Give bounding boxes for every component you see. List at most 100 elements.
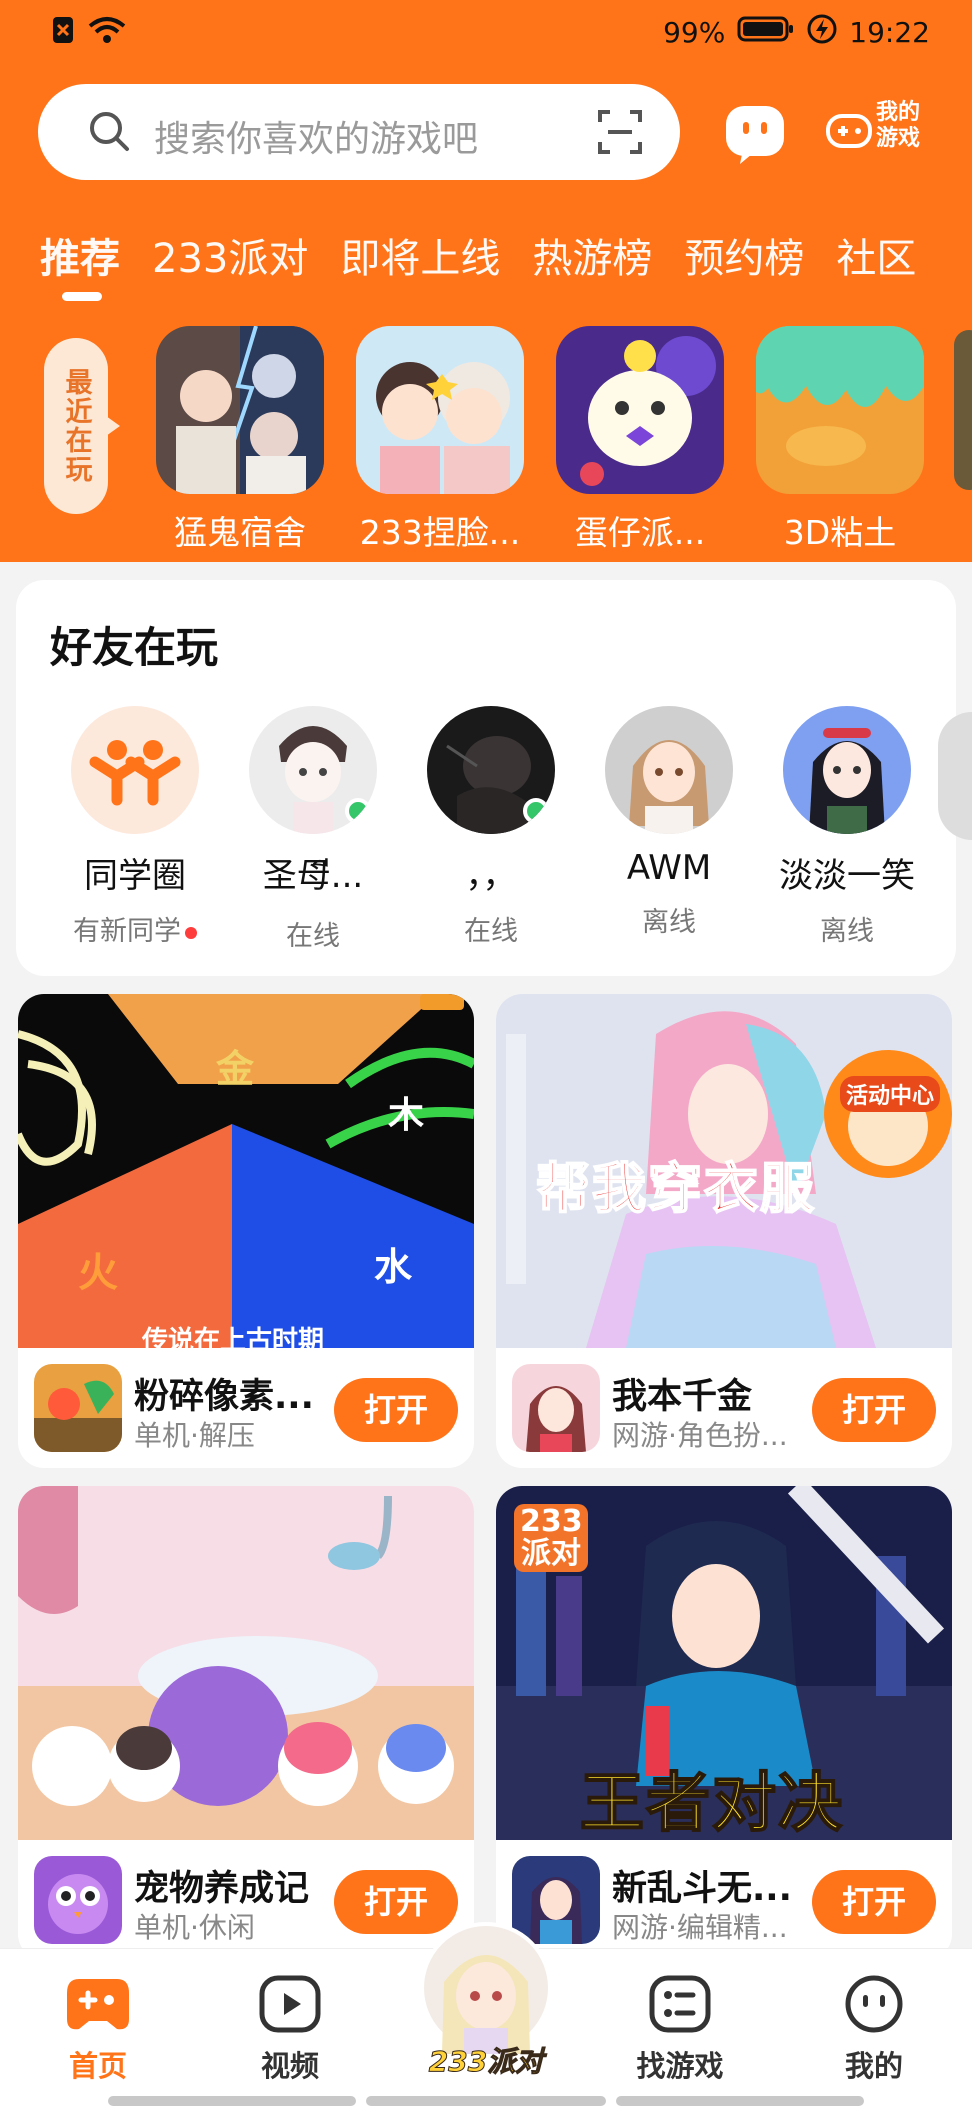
play-icon [259, 1975, 321, 2033]
game-name: 蛋仔派... [574, 513, 706, 552]
charging-icon [807, 14, 837, 51]
game-thumbnail [156, 326, 324, 494]
search-placeholder: 搜索你喜欢的游戏吧 [154, 119, 479, 160]
overlay-text: 木 [388, 1095, 425, 1136]
search-icon [86, 108, 132, 158]
cover-title: 王者对决 [579, 1766, 844, 1840]
nav-233party[interactable]: 233派对 [420, 1922, 552, 2082]
game-thumbnail [756, 326, 924, 494]
friend-item[interactable]: 圣母ี... 在线 [224, 706, 402, 953]
game-name: 宠物养成记 [134, 1869, 310, 1909]
friend-item[interactable]: ，， 在线 [402, 706, 580, 953]
nav-video[interactable]: 视频 [230, 1973, 350, 2085]
face-icon [845, 1975, 903, 2033]
friend-status: 在线 [464, 916, 518, 947]
recent-game-item[interactable]: 猛鬼宿舍 [156, 326, 324, 554]
recent-played-label[interactable]: 最近在玩 [44, 338, 120, 514]
game-card[interactable]: 帮我穿衣服 活动中心 我本千金 网游·角色扮... 打开 [496, 994, 952, 1468]
cover-title: 帮我穿衣服 [535, 1156, 816, 1221]
home-indicator-segment [366, 2096, 606, 2106]
event-center-badge[interactable]: 活动中心 [840, 1076, 941, 1112]
game-thumbnail [356, 326, 524, 494]
friends-playing-card: 好友在玩 同学圈 有新同学 圣母ี... 在线 ，， 在线 AWM 离线 淡淡一… [16, 580, 956, 976]
game-name: 粉碎像素... [134, 1377, 314, 1417]
category-tabs: 推荐 233派对 即将上线 热游榜 预约榜 社区 [40, 226, 948, 284]
app-home-screen: 99% 19:22 搜索你喜欢的游戏吧 我的游戏 推荐 233派对 即将上线 热… [0, 0, 972, 2106]
overlay-text: 金 [216, 1047, 255, 1091]
game-card[interactable]: 金 木 火 水 传说在上古时期 粉碎像素... 单机·解压 打开 [18, 994, 474, 1468]
nav-me[interactable]: 我的 [814, 1973, 934, 2085]
party-avatar [420, 1922, 552, 2054]
battery-icon [737, 15, 795, 50]
game-card[interactable]: 宠物养成记 单机·休闲 打开 [18, 1486, 474, 1960]
tab-recommend[interactable]: 推荐 [40, 226, 120, 284]
my-games-label: 我的游戏 [876, 100, 921, 151]
tab-hot[interactable]: 热游榜 [532, 226, 652, 284]
nav-label: 首页 [68, 2049, 127, 2083]
home-indicator-segment [108, 2096, 356, 2106]
tab-upcoming[interactable]: 即将上线 [340, 226, 500, 284]
game-info: 宠物养成记 单机·休闲 打开 [18, 1840, 474, 1960]
online-indicator [345, 798, 371, 824]
recent-played-text: 最近在玩 [60, 368, 92, 484]
game-cover: 帮我穿衣服 活动中心 [496, 994, 952, 1348]
gamepad-outline-icon [826, 114, 872, 148]
open-button[interactable]: 打开 [812, 1870, 936, 1934]
friend-item[interactable]: 淡淡一笑 离线 [758, 706, 936, 953]
caption-text: 传说在上古时期 [142, 1326, 325, 1348]
friend-item[interactable]: 同学圈 有新同学 [46, 706, 224, 953]
nav-label: 我的 [844, 2049, 903, 2083]
game-card[interactable]: 233派对 王者对决 新乱斗无... 网游·编辑精... 打开 [496, 1486, 952, 1960]
nav-find-games[interactable]: 找游戏 [620, 1973, 740, 2085]
game-name: 233捏脸... [359, 513, 521, 552]
game-icon [34, 1856, 122, 1944]
game-tags: 网游·编辑精... [612, 1911, 788, 1944]
nav-home[interactable]: 首页 [38, 1973, 158, 2085]
friend-status: 有新同学 [46, 909, 224, 948]
tab-reserve[interactable]: 预约榜 [684, 226, 804, 284]
tab-community[interactable]: 社区 [836, 226, 916, 284]
recent-game-item[interactable]: 233捏脸... [356, 326, 524, 554]
my-games-button[interactable]: 我的游戏 [826, 96, 940, 166]
game-info: 我本千金 网游·角色扮... 打开 [496, 1348, 952, 1468]
friend-status: 离线 [642, 907, 696, 938]
friend-name: AWM [626, 848, 712, 888]
search-bar[interactable]: 搜索你喜欢的游戏吧 [38, 84, 680, 180]
gamepad-icon [67, 1979, 129, 2030]
friend-name: 同学圈 [84, 856, 186, 896]
scan-icon[interactable] [598, 110, 642, 158]
online-indicator [523, 798, 549, 824]
message-button[interactable] [722, 100, 788, 166]
game-info: 粉碎像素... 单机·解压 打开 [18, 1348, 474, 1468]
new-dot [185, 926, 197, 939]
game-tags: 单机·解压 [134, 1419, 255, 1452]
tab-233party[interactable]: 233派对 [152, 226, 308, 284]
recent-game-item-partial[interactable] [954, 330, 972, 490]
game-cover: 233派对 王者对决 [496, 1486, 952, 1840]
avatar [427, 706, 555, 834]
overlay-text: 火 [78, 1250, 118, 1296]
friend-name: ，， [465, 856, 517, 896]
game-tags: 单机·休闲 [134, 1911, 255, 1944]
recent-game-item[interactable]: 蛋仔派... [556, 326, 724, 554]
list-icon [649, 1975, 711, 2033]
friend-item[interactable]: AWM 离线 [580, 706, 758, 953]
header: 99% 19:22 搜索你喜欢的游戏吧 我的游戏 推荐 233派对 即将上线 热… [0, 0, 972, 562]
recent-game-item[interactable]: 3D粘土 [756, 326, 924, 554]
notification-icon [52, 16, 74, 51]
game-cover [18, 1486, 474, 1840]
game-name: 猛鬼宿舍 [174, 513, 306, 552]
open-button[interactable]: 打开 [812, 1378, 936, 1442]
status-bar: 99% 19:22 [0, 0, 972, 66]
wifi-icon [88, 16, 126, 51]
friend-status: 在线 [286, 921, 340, 952]
avatar [783, 706, 911, 834]
game-name: 新乱斗无... [612, 1869, 792, 1909]
active-tab-indicator [62, 292, 102, 301]
open-button[interactable]: 打开 [334, 1378, 458, 1442]
clock: 19:22 [849, 16, 930, 49]
avatar [249, 706, 377, 834]
game-info: 新乱斗无... 网游·编辑精... 打开 [496, 1840, 952, 1960]
friend-item-partial[interactable] [938, 712, 972, 840]
nav-label: 找游戏 [636, 2049, 724, 2083]
